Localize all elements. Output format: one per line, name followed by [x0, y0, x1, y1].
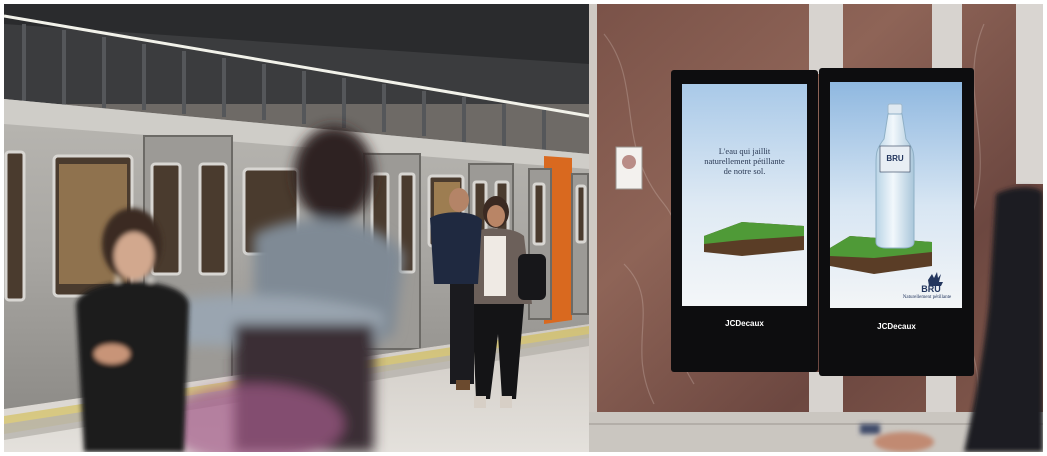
tagline-line-2: naturellement pétillante [704, 156, 785, 166]
photo-frame: L'eau qui jaillit naturellement pétillan… [4, 4, 1043, 452]
right-panel-brand: JCDecaux [877, 322, 916, 331]
metro-station-photo [4, 4, 1043, 452]
bottle-label-text: BRU [886, 154, 904, 163]
wall-tile-strip [809, 4, 843, 74]
tagline-line-1: L'eau qui jaillit [718, 146, 771, 156]
left-panel-brand: JCDecaux [725, 319, 764, 328]
tagline-line-3: de notre sol. [723, 166, 766, 176]
left-ad-screen [682, 84, 807, 306]
right-ad-slogan: Naturellement pétillante [902, 295, 952, 300]
right-ad-logo: BRU [921, 284, 941, 294]
left-ad-tagline: L'eau qui jaillit naturellement pétillan… [682, 146, 807, 176]
